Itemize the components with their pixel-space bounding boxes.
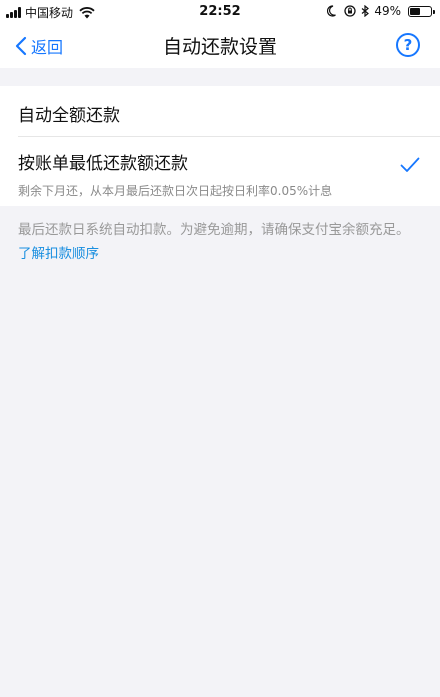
option-full-repayment[interactable]: 自动全额还款 <box>0 86 440 136</box>
battery-icon <box>408 5 435 17</box>
header: 中国移动 22:52 49% 返回 自动还款设置 ? <box>0 0 440 68</box>
option-minimum-repayment[interactable]: 按账单最低还款额还款 剩余下月还，从本月最后还款日次日起按日利率0.05%计息 <box>0 137 440 206</box>
info-note: 最后还款日系统自动扣款。为避免逾期，请确保支付宝余额充足。了解扣款顺序 <box>0 206 440 266</box>
checkmark-icon <box>400 157 420 172</box>
battery-percent: 49% <box>374 4 401 18</box>
status-right: 49% <box>327 4 435 18</box>
note-text: 最后还款日系统自动扣款。为避免逾期，请确保支付宝余额充足。 <box>18 222 410 238</box>
rotation-lock-icon <box>344 5 356 17</box>
battery-level <box>410 7 420 15</box>
bluetooth-icon <box>361 5 370 17</box>
help-icon[interactable]: ? <box>396 33 420 57</box>
page-title: 自动还款设置 <box>162 36 277 58</box>
option-title: 自动全额还款 <box>18 106 120 126</box>
option-subtitle: 剩余下月还，从本月最后还款日次日起按日利率0.05%计息 <box>18 184 333 198</box>
nav-bar: 返回 自动还款设置 ? <box>0 24 440 68</box>
repayment-options: 自动全额还款 按账单最低还款额还款 剩余下月还，从本月最后还款日次日起按日利率0… <box>0 86 440 206</box>
option-title: 按账单最低还款额还款 <box>18 154 188 174</box>
moon-icon <box>327 5 337 17</box>
deduction-order-link[interactable]: 了解扣款顺序 <box>18 246 99 262</box>
status-bar: 中国移动 22:52 49% <box>0 0 440 24</box>
